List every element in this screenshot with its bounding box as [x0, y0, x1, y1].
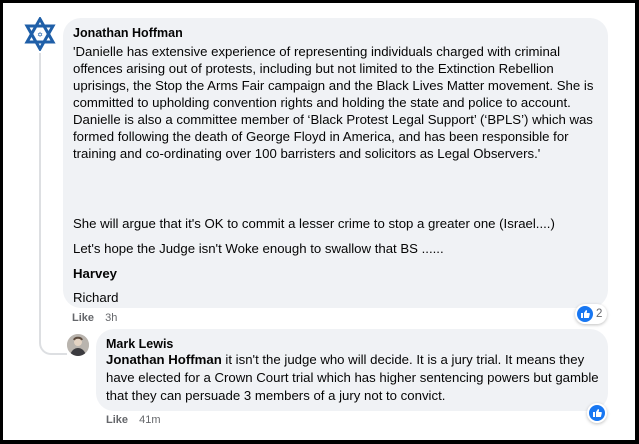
comment-paragraph: Harvey [73, 266, 117, 281]
like-button[interactable]: Like [106, 414, 128, 426]
reply-text: Jonathan Hoffman it isn't the judge who … [106, 351, 601, 405]
comment-paragraph: She will argue that it's OK to commit a … [73, 216, 555, 231]
reaction-summary[interactable] [587, 403, 607, 423]
thumbs-up-icon [577, 306, 593, 322]
reply-timestamp[interactable]: 41m [139, 414, 160, 426]
comment-text: 'Danielle has extensive experience of re… [73, 44, 594, 110]
like-button[interactable]: Like [72, 312, 94, 324]
reaction-summary[interactable]: 2 [575, 304, 608, 324]
mention-link[interactable]: Jonathan Hoffman [106, 352, 222, 367]
reaction-count: 2 [596, 308, 603, 320]
comment-thread: ✡ Jonathan Hoffman 'Danielle has extensi… [3, 3, 635, 440]
reply-bubble: Mark Lewis Jonathan Hoffman it isn't the… [96, 329, 608, 411]
comment-paragraph: 'Danielle has extensive experience of re… [73, 43, 601, 162]
reply-author[interactable]: Mark Lewis [106, 337, 173, 351]
avatar[interactable] [67, 334, 89, 356]
comment-timestamp[interactable]: 3h [105, 312, 117, 324]
comment-bubble: Jonathan Hoffman 'Danielle has extensive… [63, 18, 608, 308]
reply-actions: Like 41m [106, 414, 160, 426]
comment-paragraph: Let's hope the Judge isn't Woke enough t… [73, 241, 444, 256]
comment-text: Danielle is also a committee member of ‘… [73, 112, 593, 161]
comment-paragraph: Richard [73, 290, 119, 305]
svg-text:✡: ✡ [37, 31, 43, 39]
comment-author[interactable]: Jonathan Hoffman [73, 26, 183, 40]
thumbs-up-icon [589, 405, 605, 421]
comment-actions: Like 3h [72, 312, 117, 324]
star-of-david-icon[interactable]: ✡ [23, 15, 57, 53]
